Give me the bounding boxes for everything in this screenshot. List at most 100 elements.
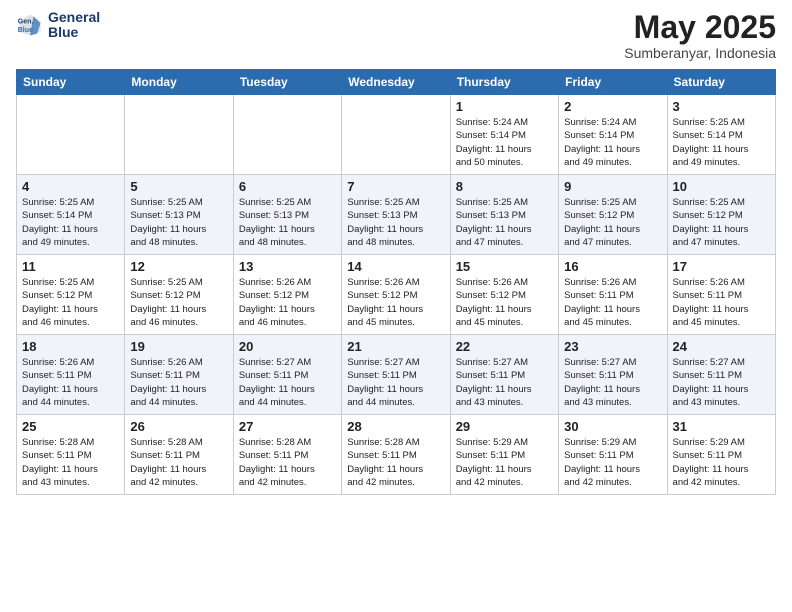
day-number: 9 [564, 179, 661, 194]
calendar-cell: 2Sunrise: 5:24 AM Sunset: 5:14 PM Daylig… [559, 95, 667, 175]
day-number: 14 [347, 259, 444, 274]
day-info: Sunrise: 5:28 AM Sunset: 5:11 PM Dayligh… [239, 436, 336, 489]
logo-line1: General [48, 10, 100, 25]
day-number: 13 [239, 259, 336, 274]
day-info: Sunrise: 5:28 AM Sunset: 5:11 PM Dayligh… [130, 436, 227, 489]
calendar-cell: 5Sunrise: 5:25 AM Sunset: 5:13 PM Daylig… [125, 175, 233, 255]
calendar-table: SundayMondayTuesdayWednesdayThursdayFrid… [16, 69, 776, 495]
calendar-cell: 23Sunrise: 5:27 AM Sunset: 5:11 PM Dayli… [559, 335, 667, 415]
day-info: Sunrise: 5:25 AM Sunset: 5:12 PM Dayligh… [130, 276, 227, 329]
calendar-cell: 28Sunrise: 5:28 AM Sunset: 5:11 PM Dayli… [342, 415, 450, 495]
title-block: May 2025 Sumberanyar, Indonesia [624, 10, 776, 61]
calendar-cell: 3 Sunrise: 5:25 AM Sunset: 5:14 PM Daylig… [667, 95, 775, 175]
calendar-cell: 11Sunrise: 5:25 AM Sunset: 5:12 PM Dayli… [17, 255, 125, 335]
calendar-cell: 14 Sunrise: 5:26 AM Sunset: 5:12 PM Dayli… [342, 255, 450, 335]
day-number: 26 [130, 419, 227, 434]
day-info: Sunrise: 5:25 AM Sunset: 5:13 PM Dayligh… [130, 196, 227, 249]
calendar-cell: 21Sunrise: 5:27 AM Sunset: 5:11 PM Dayli… [342, 335, 450, 415]
day-number: 11 [22, 259, 119, 274]
calendar-cell: 16 Sunrise: 5:26 AM Sunset: 5:11 PM Dayli… [559, 255, 667, 335]
day-number: 12 [130, 259, 227, 274]
svg-text:Blue: Blue [18, 27, 33, 34]
calendar-cell: 29 Sunrise: 5:29 AM Sunset: 5:11 PM Dayli… [450, 415, 558, 495]
day-info: Sunrise: 5:27 AM Sunset: 5:11 PM Dayligh… [239, 356, 336, 409]
weekday-header-wednesday: Wednesday [342, 70, 450, 95]
calendar-cell: 19 Sunrise: 5:26 AM Sunset: 5:11 PM Dayli… [125, 335, 233, 415]
calendar-week-3: 11 Sunrise: 5:25 AM Sunset: 5:12 PM Dayli… [17, 255, 776, 335]
day-info: Sunrise: 5:26 AM Sunset: 5:11 PM Dayligh… [22, 356, 119, 409]
calendar-cell [342, 95, 450, 175]
day-number: 18 [22, 339, 119, 354]
day-number: 19 [130, 339, 227, 354]
day-info: Sunrise: 5:25 AM Sunset: 5:14 PM Dayligh… [22, 196, 119, 249]
day-number: 20 [239, 339, 336, 354]
weekday-header-thursday: Thursday [450, 70, 558, 95]
calendar-cell: 24 Sunrise: 5:27 AM Sunset: 5:11 PM Dayli… [667, 335, 775, 415]
day-number: 6 [239, 179, 336, 194]
day-number: 8 [456, 179, 553, 194]
calendar-cell: 12 Sunrise: 5:25 AM Sunset: 5:12 PM Dayli… [125, 255, 233, 335]
day-number: 31 [673, 419, 770, 434]
calendar-cell: 25 Sunrise: 5:28 AM Sunset: 5:11 PM Dayli… [17, 415, 125, 495]
day-info: Sunrise: 5:26 AM Sunset: 5:12 PM Dayligh… [456, 276, 553, 329]
calendar-cell: 6Sunrise: 5:25 AM Sunset: 5:13 PM Daylig… [233, 175, 341, 255]
page: Gen. Blue General Blue May 2025 Sumberan… [0, 0, 792, 612]
day-info: Sunrise: 5:25 AM Sunset: 5:12 PM Dayligh… [673, 196, 770, 249]
month-title: May 2025 [624, 10, 776, 45]
day-info: Sunrise: 5:29 AM Sunset: 5:11 PM Dayligh… [564, 436, 661, 489]
calendar-cell: 30 Sunrise: 5:29 AM Sunset: 5:11 PM Dayli… [559, 415, 667, 495]
day-number: 25 [22, 419, 119, 434]
weekday-header-monday: Monday [125, 70, 233, 95]
weekday-header-tuesday: Tuesday [233, 70, 341, 95]
logo-icon: Gen. Blue [16, 11, 44, 39]
day-number: 16 [564, 259, 661, 274]
calendar-cell: 27Sunrise: 5:28 AM Sunset: 5:11 PM Dayli… [233, 415, 341, 495]
day-info: Sunrise: 5:29 AM Sunset: 5:11 PM Dayligh… [673, 436, 770, 489]
day-number: 23 [564, 339, 661, 354]
calendar-cell: 10 Sunrise: 5:25 AM Sunset: 5:12 PM Dayli… [667, 175, 775, 255]
logo: Gen. Blue General Blue [16, 10, 100, 41]
calendar-cell [17, 95, 125, 175]
calendar-cell: 9Sunrise: 5:25 AM Sunset: 5:12 PM Daylig… [559, 175, 667, 255]
logo-line2: Blue [48, 25, 100, 40]
calendar-cell [125, 95, 233, 175]
day-number: 4 [22, 179, 119, 194]
day-number: 3 [673, 99, 770, 114]
day-info: Sunrise: 5:25 AM Sunset: 5:14 PM Dayligh… [673, 116, 770, 169]
day-info: Sunrise: 5:27 AM Sunset: 5:11 PM Dayligh… [673, 356, 770, 409]
weekday-header-sunday: Sunday [17, 70, 125, 95]
calendar-week-2: 4 Sunrise: 5:25 AM Sunset: 5:14 PM Daylig… [17, 175, 776, 255]
day-info: Sunrise: 5:27 AM Sunset: 5:11 PM Dayligh… [456, 356, 553, 409]
day-info: Sunrise: 5:26 AM Sunset: 5:12 PM Dayligh… [239, 276, 336, 329]
day-number: 22 [456, 339, 553, 354]
day-number: 10 [673, 179, 770, 194]
calendar-cell: 17Sunrise: 5:26 AM Sunset: 5:11 PM Dayli… [667, 255, 775, 335]
calendar-cell: 26 Sunrise: 5:28 AM Sunset: 5:11 PM Dayli… [125, 415, 233, 495]
day-number: 21 [347, 339, 444, 354]
day-info: Sunrise: 5:24 AM Sunset: 5:14 PM Dayligh… [456, 116, 553, 169]
calendar-week-1: 1 Sunrise: 5:24 AM Sunset: 5:14 PM Daylig… [17, 95, 776, 175]
day-info: Sunrise: 5:25 AM Sunset: 5:13 PM Dayligh… [456, 196, 553, 249]
calendar-cell: 31 Sunrise: 5:29 AM Sunset: 5:11 PM Dayli… [667, 415, 775, 495]
calendar-week-4: 18 Sunrise: 5:26 AM Sunset: 5:11 PM Dayli… [17, 335, 776, 415]
calendar-cell: 1 Sunrise: 5:24 AM Sunset: 5:14 PM Daylig… [450, 95, 558, 175]
day-info: Sunrise: 5:26 AM Sunset: 5:11 PM Dayligh… [564, 276, 661, 329]
day-number: 7 [347, 179, 444, 194]
day-info: Sunrise: 5:28 AM Sunset: 5:11 PM Dayligh… [22, 436, 119, 489]
calendar-cell: 4 Sunrise: 5:25 AM Sunset: 5:14 PM Daylig… [17, 175, 125, 255]
day-info: Sunrise: 5:29 AM Sunset: 5:11 PM Dayligh… [456, 436, 553, 489]
day-info: Sunrise: 5:25 AM Sunset: 5:13 PM Dayligh… [347, 196, 444, 249]
day-info: Sunrise: 5:26 AM Sunset: 5:11 PM Dayligh… [130, 356, 227, 409]
calendar-week-5: 25 Sunrise: 5:28 AM Sunset: 5:11 PM Dayli… [17, 415, 776, 495]
weekday-header-saturday: Saturday [667, 70, 775, 95]
day-number: 29 [456, 419, 553, 434]
day-number: 1 [456, 99, 553, 114]
day-number: 30 [564, 419, 661, 434]
calendar-cell [233, 95, 341, 175]
day-info: Sunrise: 5:26 AM Sunset: 5:12 PM Dayligh… [347, 276, 444, 329]
header: Gen. Blue General Blue May 2025 Sumberan… [16, 10, 776, 61]
calendar-cell: 7 Sunrise: 5:25 AM Sunset: 5:13 PM Daylig… [342, 175, 450, 255]
day-number: 24 [673, 339, 770, 354]
logo-text: General Blue [48, 10, 100, 41]
day-number: 17 [673, 259, 770, 274]
